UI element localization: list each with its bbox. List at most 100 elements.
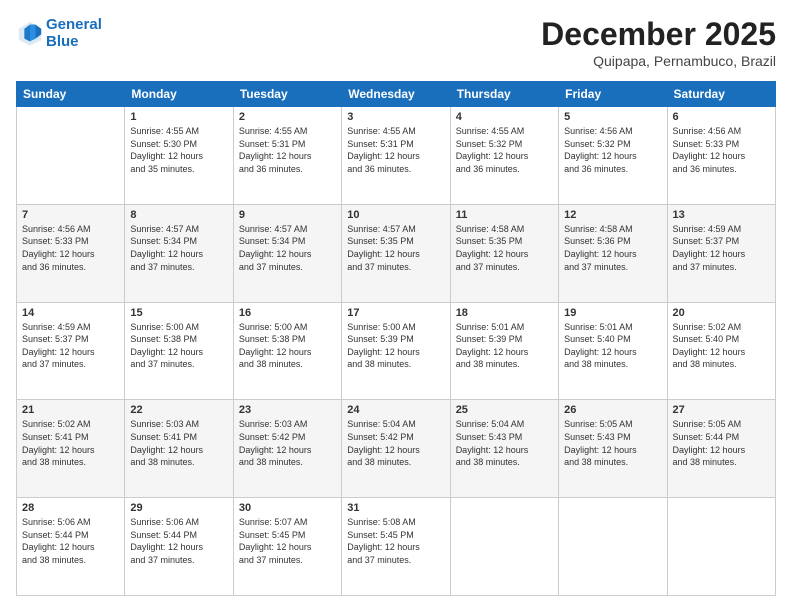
day-number: 25: [456, 404, 553, 416]
cell-content: Sunrise: 4:57 AM Sunset: 5:34 PM Dayligh…: [130, 223, 227, 273]
calendar-table: SundayMondayTuesdayWednesdayThursdayFrid…: [16, 81, 776, 596]
day-number: 5: [564, 111, 661, 123]
cell-content: Sunrise: 4:57 AM Sunset: 5:34 PM Dayligh…: [239, 223, 336, 273]
calendar-cell: 4Sunrise: 4:55 AM Sunset: 5:32 PM Daylig…: [450, 107, 558, 205]
calendar-cell: 28 Sunrise: 5:06 AM Sunset: 5:44 PM Dayli…: [17, 498, 125, 596]
calendar-cell: 29 Sunrise: 5:06 AM Sunset: 5:44 PM Dayli…: [125, 498, 233, 596]
calendar-cell: [559, 498, 667, 596]
cell-content: Sunrise: 5:00 AM Sunset: 5:38 PM Dayligh…: [130, 321, 227, 371]
week-row-1: 1Sunrise: 4:55 AM Sunset: 5:30 PM Daylig…: [17, 107, 776, 205]
page: General Blue December 2025 Quipapa, Pern…: [0, 0, 792, 612]
week-row-5: 28 Sunrise: 5:06 AM Sunset: 5:44 PM Dayli…: [17, 498, 776, 596]
calendar-cell: 30Sunrise: 5:07 AM Sunset: 5:45 PM Dayli…: [233, 498, 341, 596]
calendar-cell: 31Sunrise: 5:08 AM Sunset: 5:45 PM Dayli…: [342, 498, 450, 596]
header: General Blue December 2025 Quipapa, Pern…: [16, 16, 776, 69]
calendar-cell: 20 Sunrise: 5:02 AM Sunset: 5:40 PM Dayli…: [667, 302, 775, 400]
calendar-cell: 6 Sunrise: 4:56 AM Sunset: 5:33 PM Daylig…: [667, 107, 775, 205]
calendar-cell: 19Sunrise: 5:01 AM Sunset: 5:40 PM Dayli…: [559, 302, 667, 400]
cell-content: Sunrise: 5:04 AM Sunset: 5:42 PM Dayligh…: [347, 418, 444, 468]
cell-content: Sunrise: 5:03 AM Sunset: 5:41 PM Dayligh…: [130, 418, 227, 468]
calendar-cell: 22 Sunrise: 5:03 AM Sunset: 5:41 PM Dayli…: [125, 400, 233, 498]
week-row-3: 14 Sunrise: 4:59 AM Sunset: 5:37 PM Dayli…: [17, 302, 776, 400]
calendar-cell: [17, 107, 125, 205]
day-number: 27: [673, 404, 770, 416]
month-title: December 2025: [541, 16, 776, 53]
day-number: 14: [22, 307, 119, 319]
cell-content: Sunrise: 4:55 AM Sunset: 5:31 PM Dayligh…: [239, 125, 336, 175]
calendar-cell: 18 Sunrise: 5:01 AM Sunset: 5:39 PM Dayli…: [450, 302, 558, 400]
cell-content: Sunrise: 5:01 AM Sunset: 5:40 PM Dayligh…: [564, 321, 661, 371]
cell-content: Sunrise: 4:56 AM Sunset: 5:33 PM Dayligh…: [673, 125, 770, 175]
title-block: December 2025 Quipapa, Pernambuco, Brazi…: [541, 16, 776, 69]
weekday-monday: Monday: [125, 82, 233, 107]
week-row-2: 7Sunrise: 4:56 AM Sunset: 5:33 PM Daylig…: [17, 204, 776, 302]
cell-content: Sunrise: 5:02 AM Sunset: 5:41 PM Dayligh…: [22, 418, 119, 468]
calendar-cell: [450, 498, 558, 596]
day-number: 26: [564, 404, 661, 416]
day-number: 23: [239, 404, 336, 416]
cell-content: Sunrise: 5:01 AM Sunset: 5:39 PM Dayligh…: [456, 321, 553, 371]
calendar-cell: 25 Sunrise: 5:04 AM Sunset: 5:43 PM Dayli…: [450, 400, 558, 498]
day-number: 20: [673, 307, 770, 319]
day-number: 6: [673, 111, 770, 123]
calendar-cell: 16Sunrise: 5:00 AM Sunset: 5:38 PM Dayli…: [233, 302, 341, 400]
day-number: 1: [130, 111, 227, 123]
day-number: 3: [347, 111, 444, 123]
day-number: 17: [347, 307, 444, 319]
calendar-cell: 3Sunrise: 4:55 AM Sunset: 5:31 PM Daylig…: [342, 107, 450, 205]
calendar-cell: 1Sunrise: 4:55 AM Sunset: 5:30 PM Daylig…: [125, 107, 233, 205]
calendar-cell: 2Sunrise: 4:55 AM Sunset: 5:31 PM Daylig…: [233, 107, 341, 205]
logo-icon: [16, 19, 44, 47]
weekday-sunday: Sunday: [17, 82, 125, 107]
logo-text: General Blue: [46, 16, 102, 50]
cell-content: Sunrise: 5:00 AM Sunset: 5:39 PM Dayligh…: [347, 321, 444, 371]
day-number: 9: [239, 209, 336, 221]
day-number: 7: [22, 209, 119, 221]
calendar-cell: 12Sunrise: 4:58 AM Sunset: 5:36 PM Dayli…: [559, 204, 667, 302]
calendar-cell: 17 Sunrise: 5:00 AM Sunset: 5:39 PM Dayli…: [342, 302, 450, 400]
location: Quipapa, Pernambuco, Brazil: [541, 53, 776, 69]
calendar-cell: 24 Sunrise: 5:04 AM Sunset: 5:42 PM Dayli…: [342, 400, 450, 498]
calendar-cell: 21 Sunrise: 5:02 AM Sunset: 5:41 PM Dayli…: [17, 400, 125, 498]
calendar-cell: 5 Sunrise: 4:56 AM Sunset: 5:32 PM Daylig…: [559, 107, 667, 205]
calendar-cell: 11 Sunrise: 4:58 AM Sunset: 5:35 PM Dayli…: [450, 204, 558, 302]
day-number: 11: [456, 209, 553, 221]
weekday-thursday: Thursday: [450, 82, 558, 107]
day-number: 29: [130, 502, 227, 514]
cell-content: Sunrise: 5:06 AM Sunset: 5:44 PM Dayligh…: [130, 516, 227, 566]
cell-content: Sunrise: 4:58 AM Sunset: 5:35 PM Dayligh…: [456, 223, 553, 273]
day-number: 30: [239, 502, 336, 514]
day-number: 10: [347, 209, 444, 221]
day-number: 21: [22, 404, 119, 416]
calendar-cell: 27Sunrise: 5:05 AM Sunset: 5:44 PM Dayli…: [667, 400, 775, 498]
day-number: 8: [130, 209, 227, 221]
weekday-header-row: SundayMondayTuesdayWednesdayThursdayFrid…: [17, 82, 776, 107]
day-number: 28: [22, 502, 119, 514]
calendar-cell: 13Sunrise: 4:59 AM Sunset: 5:37 PM Dayli…: [667, 204, 775, 302]
day-number: 24: [347, 404, 444, 416]
cell-content: Sunrise: 5:08 AM Sunset: 5:45 PM Dayligh…: [347, 516, 444, 566]
cell-content: Sunrise: 4:57 AM Sunset: 5:35 PM Dayligh…: [347, 223, 444, 273]
day-number: 22: [130, 404, 227, 416]
cell-content: Sunrise: 5:02 AM Sunset: 5:40 PM Dayligh…: [673, 321, 770, 371]
calendar-cell: 7Sunrise: 4:56 AM Sunset: 5:33 PM Daylig…: [17, 204, 125, 302]
cell-content: Sunrise: 5:06 AM Sunset: 5:44 PM Dayligh…: [22, 516, 119, 566]
calendar-cell: 23 Sunrise: 5:03 AM Sunset: 5:42 PM Dayli…: [233, 400, 341, 498]
calendar-cell: 26 Sunrise: 5:05 AM Sunset: 5:43 PM Dayli…: [559, 400, 667, 498]
calendar-cell: 15 Sunrise: 5:00 AM Sunset: 5:38 PM Dayli…: [125, 302, 233, 400]
weekday-saturday: Saturday: [667, 82, 775, 107]
cell-content: Sunrise: 4:58 AM Sunset: 5:36 PM Dayligh…: [564, 223, 661, 273]
day-number: 15: [130, 307, 227, 319]
cell-content: Sunrise: 4:56 AM Sunset: 5:32 PM Dayligh…: [564, 125, 661, 175]
cell-content: Sunrise: 5:04 AM Sunset: 5:43 PM Dayligh…: [456, 418, 553, 468]
cell-content: Sunrise: 5:05 AM Sunset: 5:43 PM Dayligh…: [564, 418, 661, 468]
cell-content: Sunrise: 5:03 AM Sunset: 5:42 PM Dayligh…: [239, 418, 336, 468]
cell-content: Sunrise: 4:59 AM Sunset: 5:37 PM Dayligh…: [22, 321, 119, 371]
calendar-cell: 8 Sunrise: 4:57 AM Sunset: 5:34 PM Daylig…: [125, 204, 233, 302]
day-number: 13: [673, 209, 770, 221]
day-number: 4: [456, 111, 553, 123]
cell-content: Sunrise: 5:00 AM Sunset: 5:38 PM Dayligh…: [239, 321, 336, 371]
day-number: 18: [456, 307, 553, 319]
calendar-cell: 14 Sunrise: 4:59 AM Sunset: 5:37 PM Dayli…: [17, 302, 125, 400]
weekday-wednesday: Wednesday: [342, 82, 450, 107]
